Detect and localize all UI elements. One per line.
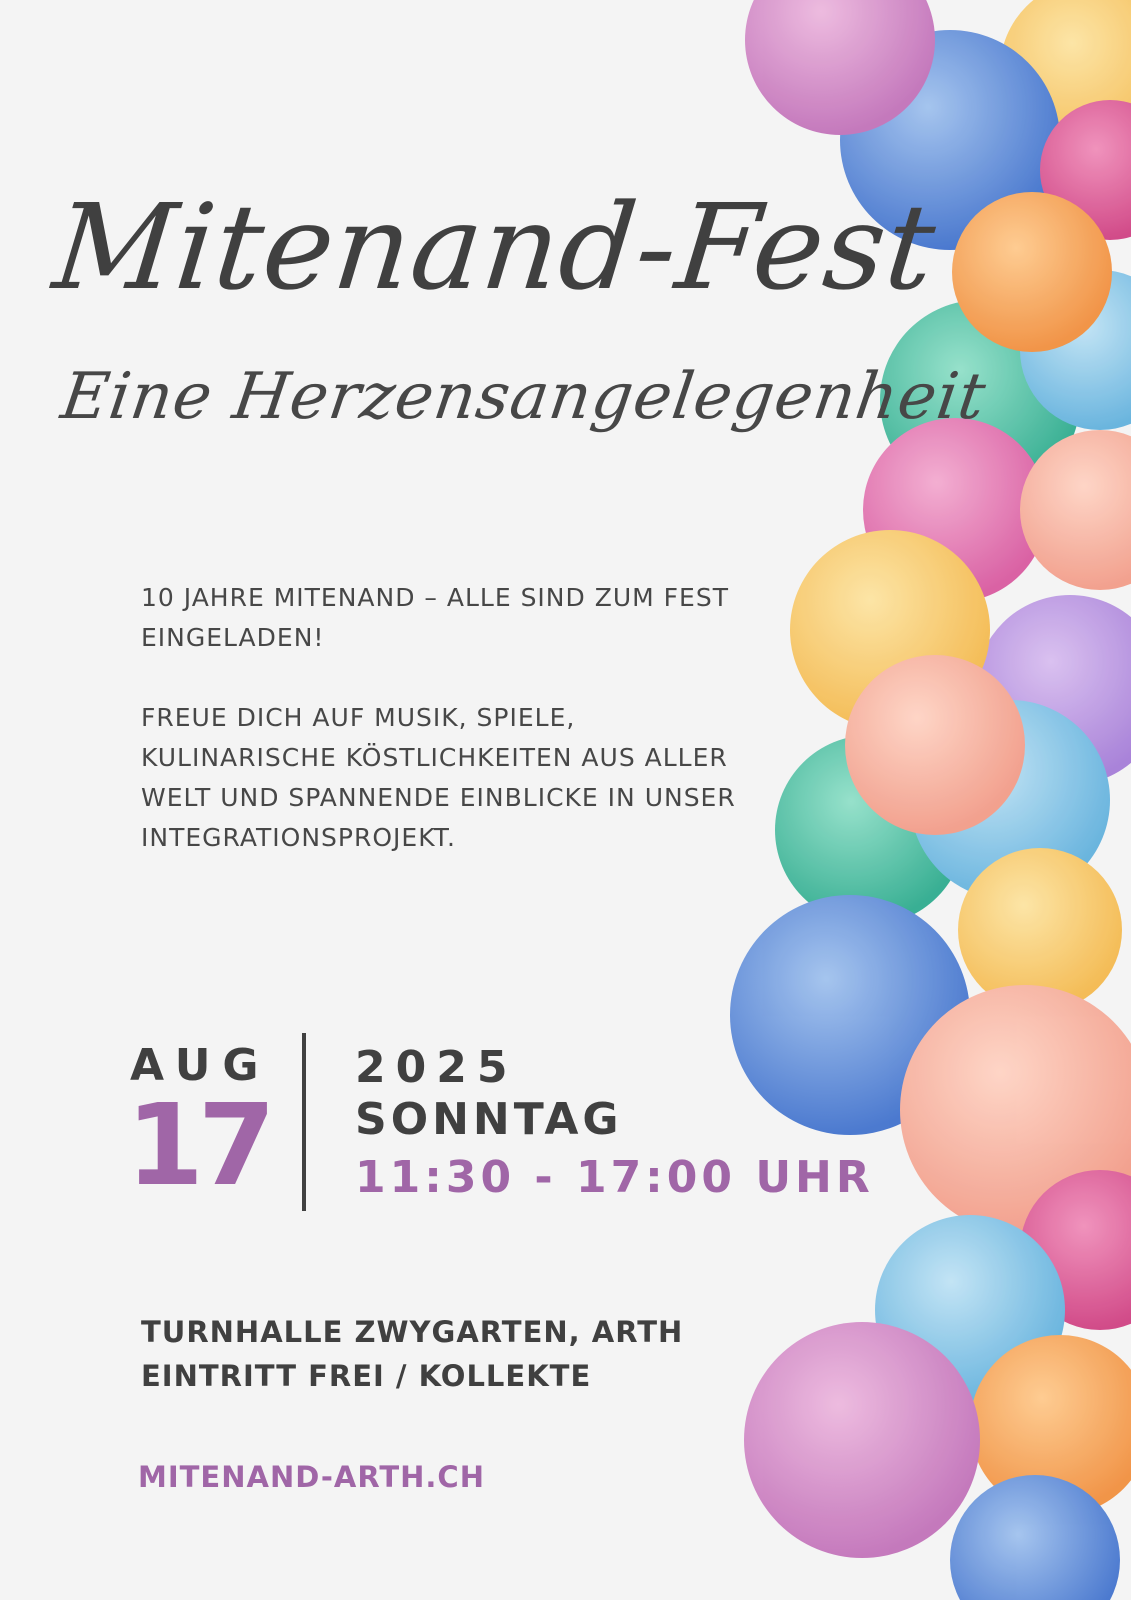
date-divider: [302, 1033, 306, 1211]
venue-info: TURNHALLE ZWYGARTEN, ARTH EINTRITT FREI …: [141, 1310, 683, 1398]
date-year: 2025: [355, 1042, 518, 1093]
date-day: 17: [126, 1081, 276, 1211]
bubble: [952, 192, 1112, 352]
bubble: [744, 1322, 980, 1558]
event-title: Mitenand-Fest: [47, 178, 943, 316]
event-time: 11:30 - 17:00 UHR: [355, 1152, 874, 1203]
event-poster: Mitenand-Fest Eine Herzensangelegenheit …: [0, 0, 1131, 1600]
intro-paragraph: 10 JAHRE MITENAND – ALLE SIND ZUM FEST E…: [141, 583, 729, 652]
date-weekday: SONNTAG: [355, 1094, 623, 1145]
event-description: 10 JAHRE MITENAND – ALLE SIND ZUM FEST E…: [141, 578, 761, 898]
admission-info: EINTRITT FREI / KOLLEKTE: [141, 1359, 592, 1393]
website-link[interactable]: MITENAND-ARTH.CH: [138, 1460, 485, 1494]
bubble: [845, 655, 1025, 835]
venue-location: TURNHALLE ZWYGARTEN, ARTH: [141, 1315, 684, 1349]
details-paragraph: FREUE DICH AUF MUSIK, SPIELE, KULINARISC…: [141, 703, 736, 852]
event-subtitle: Eine Herzensangelegenheit: [56, 360, 991, 434]
